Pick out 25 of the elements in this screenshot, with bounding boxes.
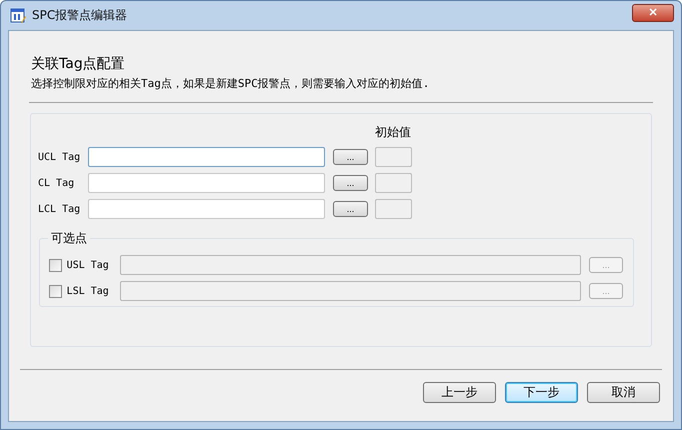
initial-value-input[interactable] [375,199,412,219]
tag-label: USL Tag [66,260,110,270]
browse-button[interactable]: ... [333,175,368,191]
tag-label: UCL Tag [38,152,82,162]
initial-value-input[interactable] [375,173,412,193]
checkbox[interactable] [49,284,62,298]
dialog-button[interactable]: 取消 [587,382,660,403]
tag-input[interactable] [88,147,325,167]
tag-input[interactable] [88,199,325,219]
column-header: 初始值 [375,124,412,141]
window-title: SPC报警点编辑器 [32,7,128,24]
tag-label: CL Tag [38,178,76,188]
page-description: 选择控制限对应的相关Tag点，如果是新建SPC报警点，则需要输入对应的初始值. [31,76,430,91]
tag-label: LSL Tag [66,286,110,296]
app-icon [10,8,26,24]
page-heading: 关联Tag点配置 [31,55,126,73]
dialog-button[interactable]: 下一步 [505,382,578,403]
tag-input[interactable] [88,173,325,193]
group-title: 可选点 [48,230,90,247]
browse-button[interactable]: ... [333,149,368,165]
tag-label: LCL Tag [38,204,82,214]
initial-value-input[interactable] [375,147,412,167]
dialog-button[interactable]: 上一步 [423,382,496,403]
checkbox[interactable] [49,258,62,272]
browse-button[interactable]: ... [333,201,368,217]
